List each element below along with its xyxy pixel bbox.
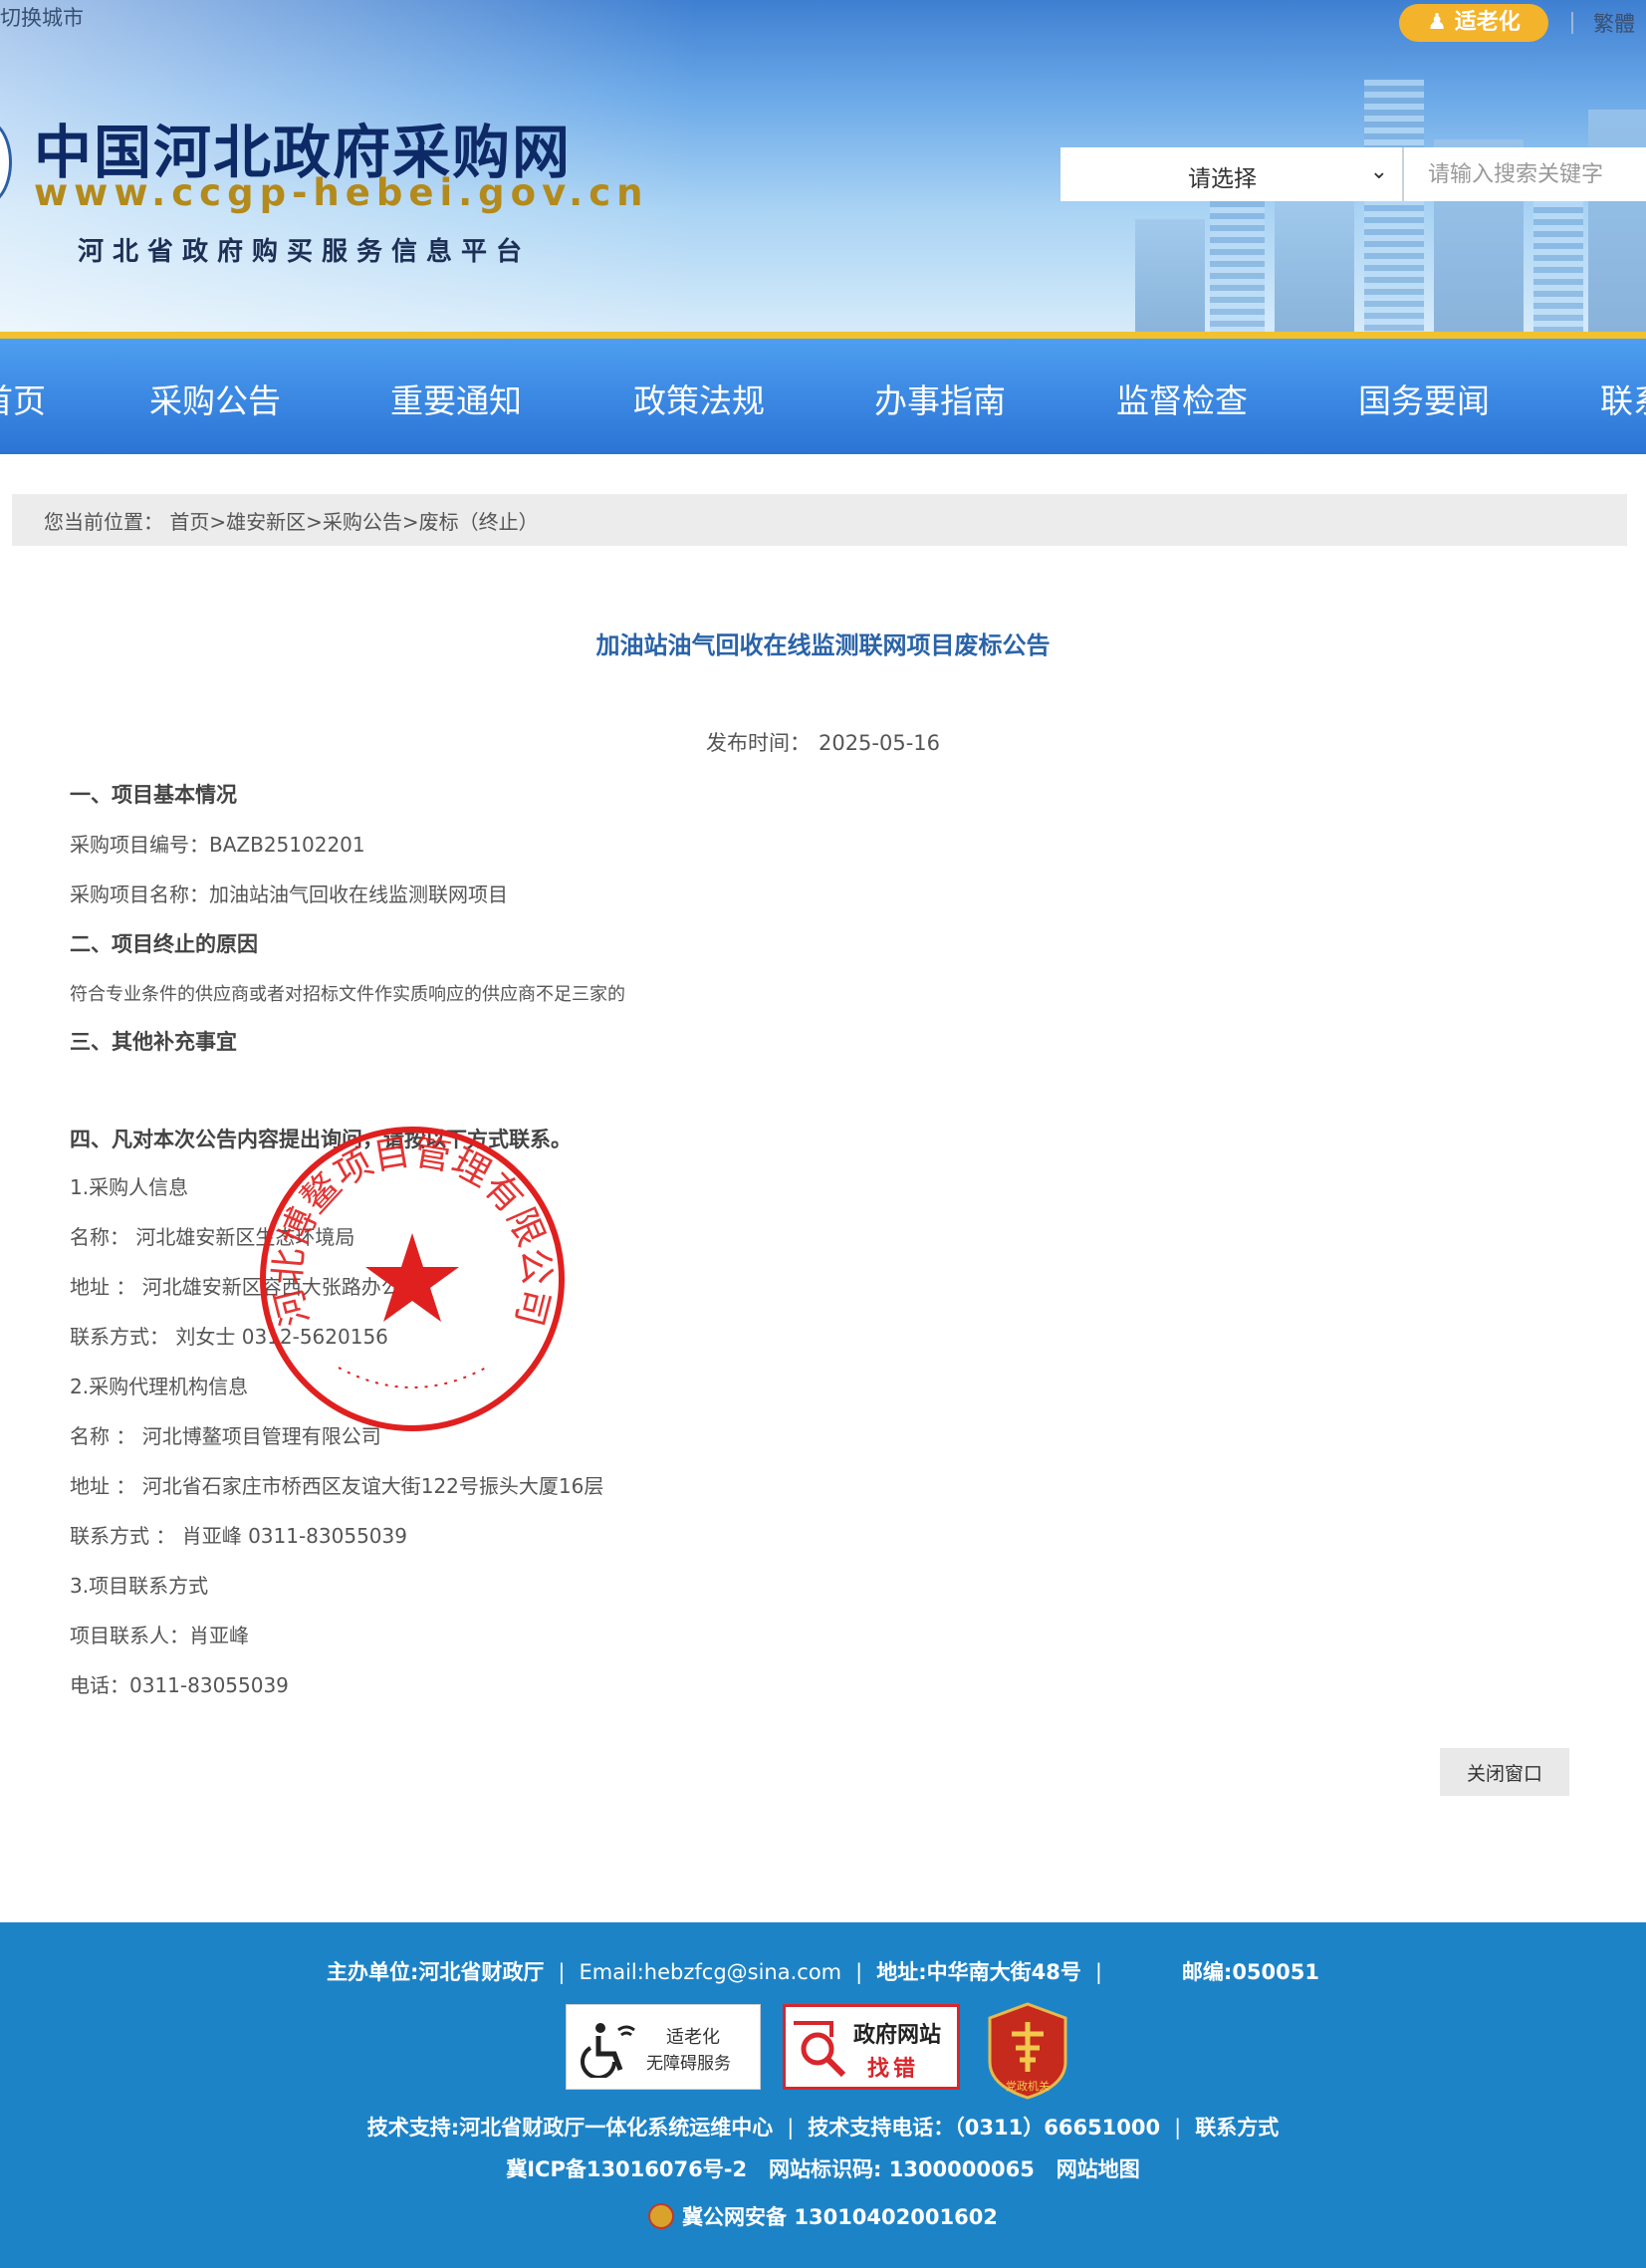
divider: | [855, 1960, 863, 1984]
wheelchair-icon [581, 2023, 635, 2078]
nav-item-guide[interactable]: 办事指南 [874, 375, 1006, 422]
elder-mode-button[interactable]: ♟ 适老化 [1399, 4, 1548, 42]
close-window-button[interactable]: 关闭窗口 [1440, 1748, 1569, 1796]
footer-contact-link[interactable]: 联系方式 [1195, 2116, 1279, 2140]
footer-host: 主办单位:河北省财政厅 [326, 1960, 545, 1984]
skyline-building [1533, 189, 1583, 339]
skyline-building [1275, 199, 1354, 339]
nav-item-home[interactable]: 首页 [0, 375, 46, 422]
breadcrumb-path[interactable]: 首页>雄安新区>采购公告>废标（终止） [169, 510, 538, 534]
termination-reason: 符合专业条件的供应商或者对招标文件作实质响应的供应商不足三家的 [70, 984, 625, 1005]
skyline-building [1588, 110, 1646, 339]
agency-address: 地址 ： 河北省石家庄市桥西区友谊大街122号振头大厦16层 [70, 1474, 604, 1498]
agency-contact: 联系方式 ： 肖亚峰 0311-83055039 [70, 1524, 407, 1548]
search-input[interactable] [1404, 147, 1646, 201]
footer-site-id: 网站标识码: 1300000065 [769, 2157, 1035, 2181]
footer-tech-phone: 技术支持电话：（0311）66651000 [808, 2116, 1161, 2140]
publish-date: 2025-05-16 [818, 731, 941, 755]
nav-item-procurement[interactable]: 采购公告 [149, 375, 281, 422]
search-category-select[interactable]: 请选择 ⌄ [1060, 147, 1404, 201]
site-subtitle: 河北省政府购买服务信息平台 [78, 237, 532, 267]
footer-sitemap-link[interactable]: 网站地图 [1057, 2157, 1140, 2181]
site-url: www.ccgp-hebei.gov.cn [34, 171, 649, 214]
divider: | [1094, 1960, 1102, 1984]
seal-star-icon [365, 1233, 459, 1322]
buyer-heading: 1.采购人信息 [70, 1175, 189, 1199]
company-seal-stamp: 河北博鳌项目管理有限公司 [260, 1127, 565, 1431]
footer-police-record[interactable]: 冀公网安备 13010402001602 [682, 2205, 998, 2229]
elder-badge-subtitle: 无障碍服务 [646, 2054, 731, 2074]
section-heading: 三、其他补充事宜 [70, 1030, 237, 1054]
party-badge-label: 党政机关 [1006, 2079, 1050, 2093]
divider [1571, 12, 1573, 34]
footer-address: 地址:中华南大街48号 [876, 1960, 1081, 1984]
project-contact-phone: 电话：0311-83055039 [70, 1673, 289, 1697]
elder-accessibility-badge[interactable]: 适老化 无障碍服务 [566, 2004, 761, 2090]
footer-police-line: 冀公网安备 13010402001602 [0, 2201, 1646, 2231]
publish-label: 发布时间： [705, 731, 811, 755]
search-category-value: 请选择 [1188, 166, 1257, 192]
chevron-down-icon: ⌄ [1369, 159, 1388, 184]
elder-badge-title: 适老化 [666, 2027, 720, 2048]
main-nav: 首页 采购公告 重要通知 政策法规 办事指南 监督检查 国务要闻 联系我们 [0, 339, 1646, 454]
breadcrumb: 您当前位置： 首页>雄安新区>采购公告>废标（终止） [12, 494, 1627, 546]
magnifier-icon [794, 2021, 846, 2078]
divider: | [558, 1960, 566, 1984]
section-heading: 一、项目基本情况 [70, 783, 237, 807]
divider: | [1174, 2116, 1182, 2140]
nav-item-news[interactable]: 国务要闻 [1358, 375, 1490, 422]
switch-city-link[interactable]: 切换城市 [0, 2, 84, 32]
nav-item-notices[interactable]: 重要通知 [390, 375, 522, 422]
breadcrumb-text: 您当前位置： 首页>雄安新区>采购公告>废标（终止） [44, 506, 539, 535]
article-title: 加油站油气回收在线监测联网项目废标公告 [595, 631, 1051, 659]
footer-tech-support: 技术支持:河北省财政厅一体化系统运维中心 [366, 2116, 774, 2140]
elder-mode-label: 适老化 [1454, 10, 1521, 35]
nav-item-policy[interactable]: 政策法规 [633, 375, 765, 422]
party-gov-agency-badge[interactable]: 党政机关 [986, 2002, 1069, 2100]
skyline-building [1135, 219, 1205, 339]
gov-badge-subtitle: 找错 [867, 2057, 920, 2082]
seal-serial-dots [338, 1367, 487, 1388]
publish-info: 发布时间： 2025-05-16 [0, 727, 1646, 757]
footer-icp[interactable]: 冀ICP备13016076号-2 [506, 2157, 747, 2181]
footer-icp-line: 冀ICP备13016076号-2 网站标识码: 1300000065 网站地图 [0, 2153, 1646, 2183]
skyline-building [1364, 80, 1424, 339]
project-name: 采购项目名称：加油站油气回收在线监测联网项目 [70, 882, 508, 906]
gov-badge-title: 政府网站 [853, 2023, 942, 2048]
footer-email[interactable]: Email:hebzfcg@sina.com [579, 1960, 841, 1984]
footer-info-line: 主办单位:河北省财政厅 | Email:hebzfcg@sina.com | 地址:中华… [0, 1956, 1646, 1986]
project-contact-person: 项目联系人：肖亚峰 [70, 1624, 249, 1647]
divider: | [787, 2116, 795, 2140]
gov-site-error-report-badge[interactable]: 政府网站 找错 [783, 2004, 960, 2090]
person-icon: ♟ [1427, 10, 1455, 35]
nav-item-supervision[interactable]: 监督检查 [1116, 375, 1248, 422]
header-gold-line [0, 332, 1646, 339]
agency-heading: 2.采购代理机构信息 [70, 1375, 249, 1398]
section-heading: 二、项目终止的原因 [70, 932, 258, 956]
project-contact-heading: 3.项目联系方式 [70, 1574, 209, 1598]
police-badge-icon [648, 2203, 675, 2229]
nav-item-contact[interactable]: 联系我们 [1600, 375, 1646, 422]
traditional-chinese-link[interactable]: 繁體 [1593, 8, 1635, 38]
footer-support-line: 技术支持:河北省财政厅一体化系统运维中心 | 技术支持电话：（0311）666510… [0, 2112, 1646, 2142]
breadcrumb-label: 您当前位置： [44, 510, 163, 534]
footer-postcode: 邮编:050051 [1181, 1960, 1319, 1984]
project-number: 采购项目编号：BAZB25102201 [70, 833, 365, 857]
